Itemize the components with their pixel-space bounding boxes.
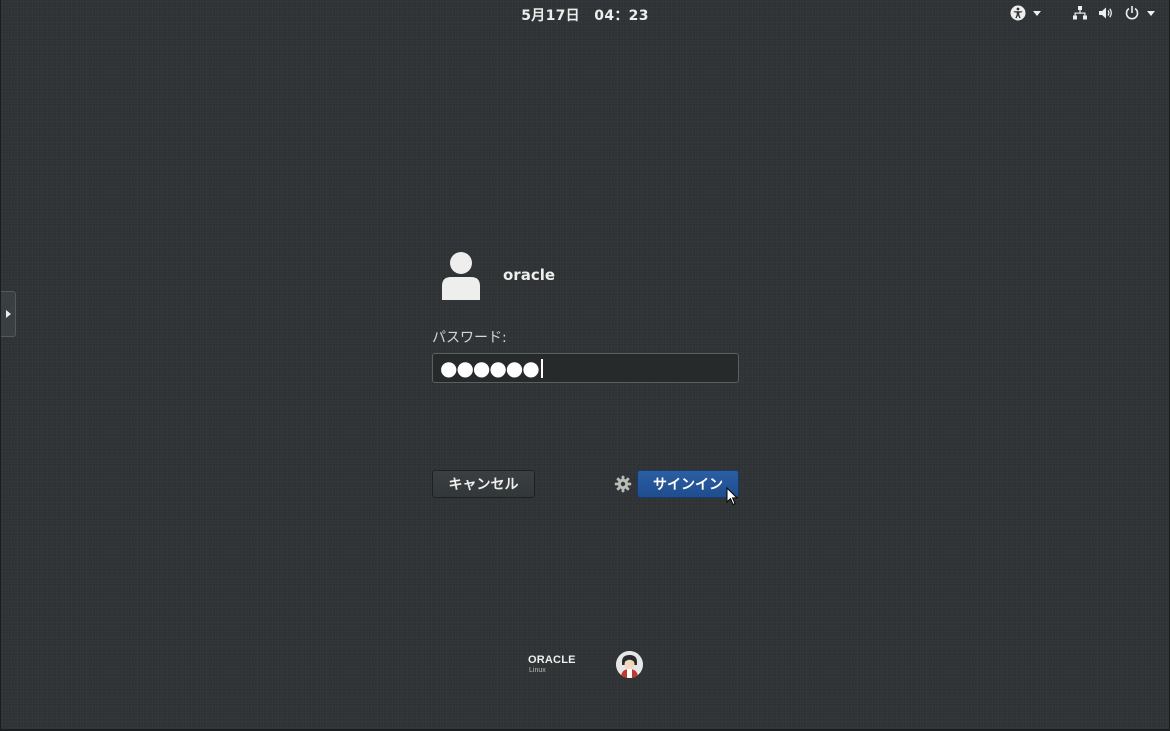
power-icon xyxy=(1123,4,1141,22)
accessibility-icon[interactable] xyxy=(1009,4,1027,22)
password-label: パスワード: xyxy=(432,330,507,346)
clock[interactable]: 5月17日 04：23 xyxy=(1,5,1169,25)
text-cursor xyxy=(540,358,543,378)
logo-main: ORACLE xyxy=(528,654,576,666)
user-entry: oracle xyxy=(439,250,555,300)
volume-icon xyxy=(1097,4,1115,22)
user-avatar-icon xyxy=(439,250,483,300)
password-mask: ●●●●●● xyxy=(440,356,540,380)
logo-sub: Linux xyxy=(529,667,546,674)
accessibility-menu[interactable] xyxy=(1009,4,1041,22)
user-name: oracle xyxy=(503,266,556,284)
cancel-button[interactable]: キャンセル xyxy=(432,470,535,498)
chevron-right-icon xyxy=(5,310,11,318)
mouse-pointer-icon xyxy=(726,486,739,507)
chevron-down-icon xyxy=(1147,10,1155,16)
mascot-icon xyxy=(616,651,643,678)
oracle-linux-logo: ORACLE Linux xyxy=(528,654,576,675)
login-screen: 5月17日 04：23 oracle パスワード: ●●●●●● キャンセル サ… xyxy=(0,0,1170,731)
network-icon xyxy=(1071,4,1089,22)
password-field[interactable]: ●●●●●● xyxy=(432,353,739,383)
gear-icon[interactable] xyxy=(614,475,632,493)
signin-button[interactable]: サインイン xyxy=(637,470,739,498)
system-menu[interactable] xyxy=(1071,4,1155,22)
top-bar: 5月17日 04：23 xyxy=(1,0,1169,27)
chevron-down-icon xyxy=(1033,10,1041,16)
side-panel-toggle[interactable] xyxy=(1,291,16,337)
